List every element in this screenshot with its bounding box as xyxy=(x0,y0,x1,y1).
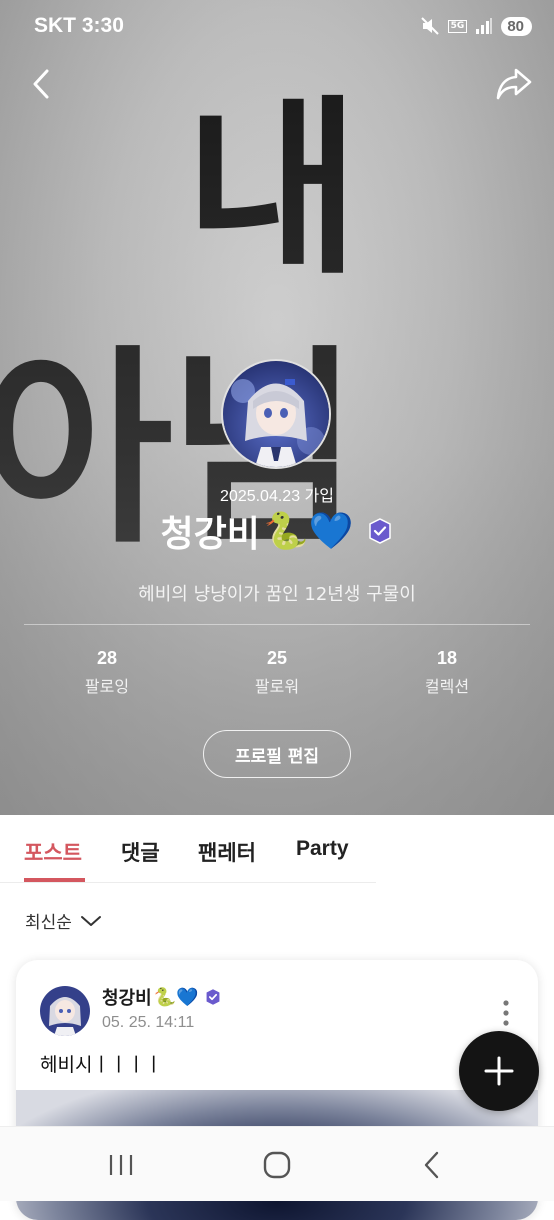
network-badge: 5G xyxy=(447,19,468,33)
post-more-button[interactable] xyxy=(494,998,518,1028)
sort-label: 최신순 xyxy=(25,913,72,933)
mute-icon xyxy=(420,17,439,35)
plus-icon xyxy=(484,1056,514,1086)
create-post-button[interactable] xyxy=(459,1031,539,1111)
content-tabs: 포스트 댓글 팬레터 Party xyxy=(0,815,554,883)
profile-avatar[interactable] xyxy=(221,359,331,469)
post-avatar-image xyxy=(40,986,90,1036)
profile-divider xyxy=(24,624,530,625)
back-button[interactable] xyxy=(20,62,64,106)
more-vert-icon xyxy=(503,1000,509,1026)
back-icon xyxy=(33,69,49,99)
join-date: 2025.04.23 가입 xyxy=(220,488,334,505)
post-author-avatar[interactable] xyxy=(40,986,90,1036)
tab-comments[interactable]: 댓글 xyxy=(121,837,160,867)
home-button[interactable] xyxy=(257,1145,297,1185)
status-icons: 5G 80 xyxy=(420,16,532,36)
verified-badge-icon xyxy=(206,989,219,1005)
tab-posts[interactable]: 포스트 xyxy=(24,837,82,867)
collections-label: 컬렉션 xyxy=(424,677,470,696)
verified-badge-icon xyxy=(368,518,391,544)
edit-profile-button[interactable]: 프로필 편집 xyxy=(203,730,351,778)
status-bar: SKT 3:30 5G 80 xyxy=(0,0,554,56)
stat-followers[interactable]: 25 팔로워 xyxy=(207,648,347,697)
post-author-row: 청강비 🐍💙 xyxy=(102,984,222,1010)
signal-icon xyxy=(476,18,493,34)
battery-indicator: 80 xyxy=(501,16,532,36)
recent-apps-button[interactable] xyxy=(101,1145,141,1185)
carrier: SKT xyxy=(34,14,76,37)
active-tab-indicator xyxy=(24,878,85,882)
following-count: 28 xyxy=(96,648,118,668)
post-text: 헤비시ㅣㅣㅣㅣ xyxy=(40,1054,163,1076)
profile-nickname-emojis: 🐍💙 xyxy=(263,511,354,552)
post-author-name: 청강비 xyxy=(102,988,152,1009)
profile-nickname: 청강비 xyxy=(160,514,260,555)
followers-label: 팔로워 xyxy=(254,677,300,696)
avatar-image xyxy=(223,361,329,467)
nav-back-icon xyxy=(424,1151,439,1179)
tab-party[interactable]: Party xyxy=(296,837,349,861)
stat-collections[interactable]: 18 컬렉션 xyxy=(377,648,517,697)
collections-count: 18 xyxy=(436,648,458,668)
chevron-down-icon xyxy=(80,915,101,926)
recent-apps-icon xyxy=(109,1155,133,1175)
post-author-emojis: 🐍💙 xyxy=(153,986,199,1008)
sort-dropdown[interactable]: 최신순 xyxy=(25,908,102,933)
nav-back-button[interactable] xyxy=(412,1145,452,1185)
status-carrier-time: SKT 3:30 xyxy=(34,14,124,38)
clock: 3:30 xyxy=(81,14,124,37)
tab-fanletter[interactable]: 팬레터 xyxy=(198,837,256,867)
stat-following[interactable]: 28 팔로잉 xyxy=(37,648,177,697)
profile-name-row: 청강비 🐍💙 xyxy=(0,505,554,557)
post-timestamp: 05. 25. 14:11 xyxy=(102,1014,195,1031)
share-icon xyxy=(496,68,532,100)
share-button[interactable] xyxy=(492,62,536,106)
home-icon xyxy=(263,1151,291,1179)
profile-bio: 헤비의 냥냥이가 꿈인 12년생 구물이 xyxy=(138,584,416,605)
followers-count: 25 xyxy=(266,648,288,668)
system-navigation-bar xyxy=(0,1126,554,1201)
tabs-divider xyxy=(0,882,376,883)
following-label: 팔로잉 xyxy=(84,677,130,696)
